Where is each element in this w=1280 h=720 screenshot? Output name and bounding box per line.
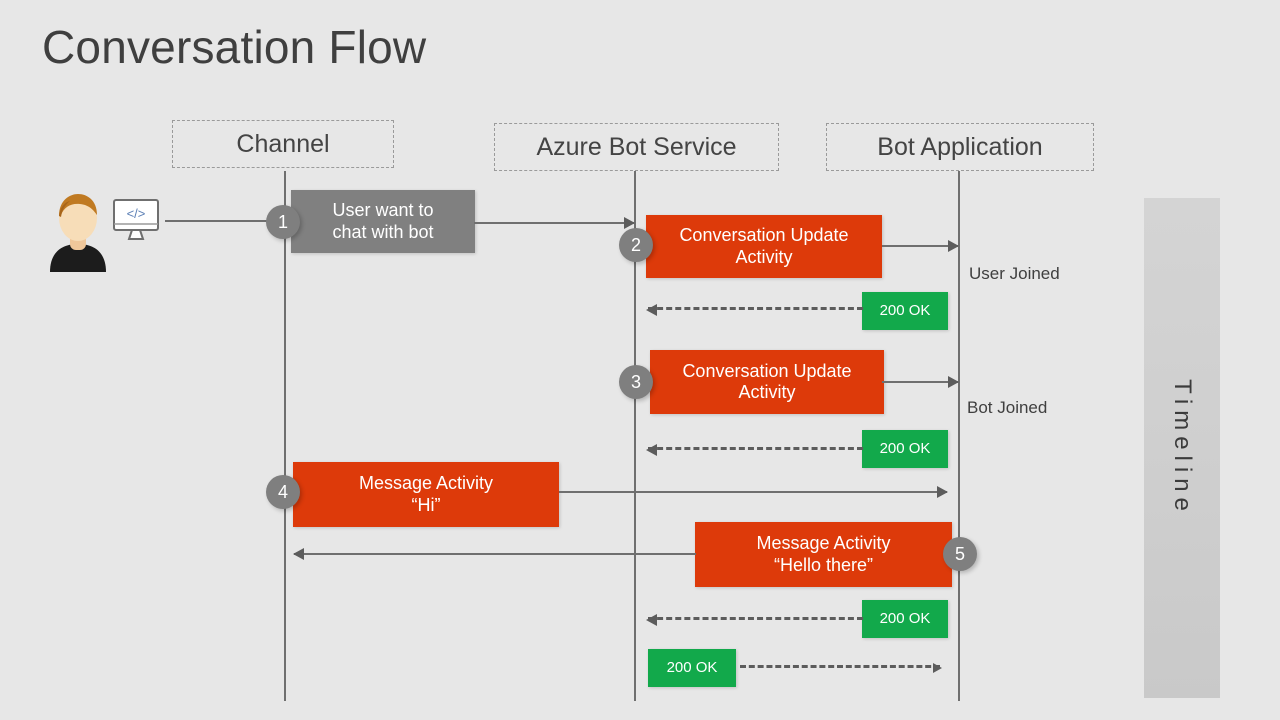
monitor-code-icon: </> (112, 198, 160, 242)
step-marker-3: 3 (619, 365, 653, 399)
arrowhead-right-icon (937, 486, 948, 498)
message-box-ok-1: 200 OK (862, 292, 948, 330)
message-line-1: 200 OK (879, 440, 931, 458)
arrowhead-left-icon (646, 614, 657, 626)
slide-canvas: Conversation Flow Channel Azure Bot Serv… (0, 0, 1280, 720)
user-avatar-icon (40, 190, 116, 272)
arrowhead-left-icon (646, 304, 657, 316)
message-box-conversation-update-2: Conversation Update Activity (650, 350, 884, 414)
arrowhead-left-icon (646, 444, 657, 456)
arrowhead-right-icon (948, 240, 959, 252)
message-box-user-want-chat: User want to chat with bot (291, 190, 475, 253)
lane-header-bot-application: Bot Application (826, 123, 1094, 171)
arrow-ok-1-to-azure (646, 304, 863, 316)
message-line-2: “Hi” (411, 494, 441, 515)
step-marker-2: 2 (619, 228, 653, 262)
lane-header-bot-application-label: Bot Application (877, 132, 1043, 161)
arrowhead-right-icon (948, 376, 959, 388)
message-line-2: chat with bot (332, 221, 434, 242)
message-line-1: User want to (332, 200, 434, 221)
step-marker-1: 1 (266, 205, 300, 239)
message-line-1: Message Activity (756, 533, 891, 554)
message-box-message-hello-there: Message Activity “Hello there” (695, 522, 952, 587)
timeline-label: Timeline (1169, 379, 1196, 517)
step-number: 4 (277, 481, 288, 502)
timeline-bar: Timeline (1144, 198, 1220, 698)
message-line-1: Conversation Update (682, 360, 852, 381)
message-line-1: 200 OK (879, 610, 931, 628)
message-box-ok-4: 200 OK (648, 649, 736, 687)
arrow-channel-to-azure (474, 217, 635, 229)
annotation-user-joined: User Joined (969, 264, 1060, 283)
message-line-2: “Hello there” (773, 554, 874, 575)
message-line-2: Activity (738, 382, 796, 402)
message-line-1: Message Activity (358, 473, 494, 494)
lifeline-channel (284, 171, 286, 701)
lane-header-azure-bot-service-label: Azure Bot Service (536, 132, 737, 161)
arrow-ok-2-to-azure (646, 444, 863, 456)
page-title: Conversation Flow (42, 21, 427, 73)
message-box-ok-3: 200 OK (862, 600, 948, 638)
arrow-ok-3-to-azure (646, 614, 863, 626)
step-marker-5: 5 (943, 537, 977, 571)
arrowhead-right-icon (933, 663, 942, 673)
step-number: 1 (277, 211, 288, 232)
arrow-conversation-update-1-to-bot (882, 240, 959, 252)
step-number: 5 (954, 543, 965, 564)
lane-header-channel: Channel (172, 120, 394, 168)
message-line-2: Activity (735, 246, 793, 267)
arrow-conversation-update-2-to-bot (882, 376, 959, 388)
lane-header-channel-label: Channel (236, 129, 330, 158)
arrowhead-left-icon (293, 548, 304, 560)
annotation-bot-joined: Bot Joined (967, 398, 1048, 417)
step-number: 2 (630, 234, 641, 255)
arrow-message-hello-to-channel (293, 548, 696, 560)
arrow-ok-4-to-bot (740, 663, 942, 673)
message-line-1: 200 OK (879, 302, 931, 320)
message-line-1: Conversation Update (679, 225, 849, 246)
svg-text:</>: </> (127, 206, 146, 221)
message-box-conversation-update-1: Conversation Update Activity (646, 215, 882, 278)
step-number: 3 (630, 371, 641, 392)
message-box-ok-2: 200 OK (862, 430, 948, 468)
message-box-message-hi: Message Activity “Hi” (293, 462, 559, 527)
step-marker-4: 4 (266, 475, 300, 509)
lane-header-azure-bot-service: Azure Bot Service (494, 123, 779, 171)
arrow-message-hi-to-bot (559, 486, 948, 498)
message-line-1: 200 OK (666, 659, 718, 677)
